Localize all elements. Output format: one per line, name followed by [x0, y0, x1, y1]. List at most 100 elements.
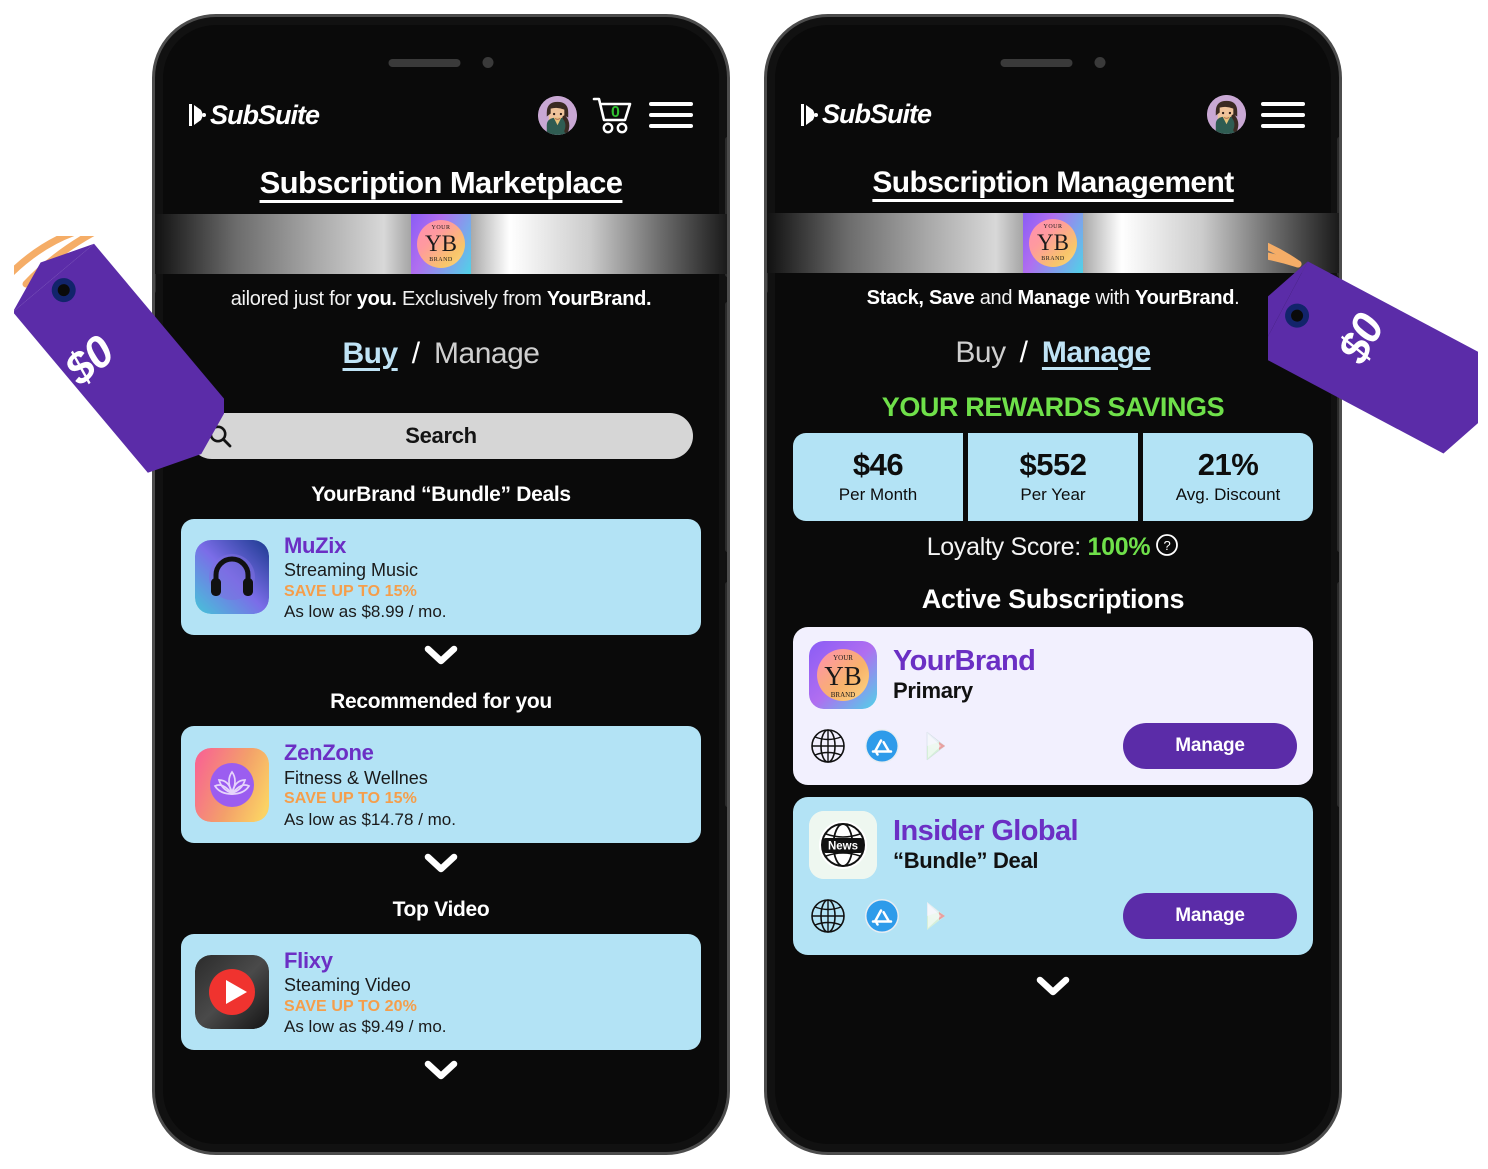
- loyalty-help-button[interactable]: ?: [1155, 533, 1179, 564]
- right-tagline-mid-2: with: [1090, 287, 1136, 309]
- price-tag-right: $0: [1156, 225, 1488, 486]
- globe-icon[interactable]: [809, 727, 847, 765]
- section-title-bundle-deals: YourBrand “Bundle” Deals: [311, 483, 571, 506]
- flixy-price: As low as $9.49 / mo.: [284, 1017, 447, 1037]
- loyalty-score: Loyalty Score: 100%?: [789, 533, 1317, 564]
- right-tagline-end: .: [1234, 287, 1240, 309]
- zenzone-price: As low as $14.78 / mo.: [284, 809, 456, 829]
- user-avatar[interactable]: [1207, 95, 1246, 134]
- scroll-chevron-right[interactable]: [789, 975, 1317, 997]
- right-tagline-mid: and: [974, 287, 1018, 309]
- chevron-down-icon: [424, 853, 458, 873]
- yourbrand-logo-monogram: YB: [1037, 230, 1069, 255]
- right-tagline-bold-2: Manage: [1017, 287, 1091, 309]
- insider-global-card-text: Insider Global “Bundle” Deal: [893, 815, 1079, 874]
- section-title-recommended: Recommended for you: [330, 690, 552, 714]
- yourbrand-logo-circle: YOUR YB BRAND: [1029, 219, 1077, 267]
- left-tagline-bold-1: you.: [356, 288, 397, 310]
- svg-text:?: ?: [1164, 538, 1171, 553]
- svg-text:YB: YB: [824, 661, 862, 691]
- scroll-chevron-3[interactable]: [177, 1059, 705, 1081]
- app-store-icon[interactable]: [863, 897, 901, 935]
- tab-manage[interactable]: Manage: [1042, 336, 1151, 370]
- toggle-separator: /: [411, 337, 421, 370]
- play-button-icon: [195, 955, 269, 1030]
- left-brand-banner: YOUR YB BRAND: [155, 214, 727, 274]
- manage-button-yourbrand[interactable]: Manage: [1123, 723, 1297, 769]
- svg-text:BRAND: BRAND: [831, 691, 856, 699]
- scroll-chevron-2[interactable]: [177, 852, 705, 874]
- manage-button-insider-global[interactable]: Manage: [1123, 893, 1297, 939]
- google-play-icon[interactable]: [917, 727, 955, 765]
- app-store-icon[interactable]: [863, 727, 901, 765]
- svg-text:News: News: [828, 841, 858, 853]
- muzix-price: As low as $8.99 / mo.: [284, 602, 447, 622]
- loyalty-score-label: Loyalty Score:: [926, 533, 1088, 561]
- tab-buy[interactable]: Buy: [955, 336, 1006, 370]
- stat-per-month-value: $46: [852, 447, 904, 482]
- left-tagline-prefix: ailored just for: [230, 288, 357, 310]
- zenzone-category: Fitness & Wellnes: [284, 767, 428, 788]
- yourbrand-logo-bottom-text: BRAND: [429, 257, 453, 263]
- yourbrand-logo-icon: YOUR YB BRAND: [809, 641, 877, 709]
- subscription-card-yourbrand[interactable]: YOUR YB BRAND YourBrand Primary Manage: [793, 627, 1313, 785]
- muzix-details: MuZix Streaming Music SAVE UP TO 15% As …: [284, 532, 447, 622]
- yourbrand-banner-logo: YOUR YB BRAND: [411, 214, 471, 274]
- right-buy-manage-toggle: Buy / Manage: [789, 336, 1317, 370]
- search-input[interactable]: Search: [189, 423, 693, 449]
- muzix-savings: SAVE UP TO 15%: [284, 582, 418, 600]
- rewards-savings-title: YOUR REWARDS SAVINGS: [881, 392, 1225, 422]
- flixy-savings: SAVE UP TO 20%: [284, 997, 418, 1015]
- right-brand-logo[interactable]: SubSuite: [801, 99, 932, 130]
- stat-per-year-label: Per Year: [1020, 485, 1086, 504]
- yourbrand-card-text: YourBrand Primary: [893, 645, 1036, 704]
- screenshot-root: SubSuite 0 Subscription Marketplace YOUR…: [0, 0, 1488, 1169]
- tab-manage[interactable]: Manage: [434, 337, 540, 371]
- left-tagline: ailored just for you. Exclusively from Y…: [177, 288, 705, 311]
- deal-card-flixy[interactable]: Flixy Steaming Video SAVE UP TO 20% As l…: [181, 933, 701, 1051]
- loyalty-score-value: 100%: [1087, 533, 1151, 561]
- left-topbar-actions: 0: [538, 95, 693, 135]
- yourbrand-logo-monogram: YB: [425, 231, 457, 256]
- left-tagline-bold-2: YourBrand.: [546, 288, 652, 310]
- right-topbar-actions: [1207, 95, 1305, 134]
- deal-card-zenzone[interactable]: ZenZone Fitness & Wellnes SAVE UP TO 15%…: [181, 726, 701, 843]
- zenzone-details: ZenZone Fitness & Wellnes SAVE UP TO 15%…: [284, 739, 456, 829]
- toggle-separator: /: [1019, 336, 1028, 369]
- tab-buy[interactable]: Buy: [343, 337, 399, 371]
- subsuite-logo-mark-icon: [189, 104, 206, 126]
- left-brand-logo[interactable]: SubSuite: [189, 100, 320, 131]
- search-bar[interactable]: Search: [189, 413, 693, 459]
- rewards-stats: $46 Per Month $552 Per Year 21% Avg. Dis…: [793, 433, 1313, 521]
- stat-avg-discount-label: Avg. Discount: [1175, 485, 1281, 504]
- flixy-app-icon: [195, 955, 269, 1030]
- scroll-chevron-1[interactable]: [177, 644, 705, 666]
- subscription-card-insider-global[interactable]: News Insider Global “Bundle” Deal Manage: [793, 797, 1313, 955]
- muzix-category: Streaming Music: [284, 560, 419, 581]
- zenzone-savings: SAVE UP TO 15%: [284, 790, 418, 808]
- insider-global-card-actions: Manage: [809, 893, 1297, 939]
- section-title-top-video: Top Video: [392, 897, 490, 921]
- flixy-details: Flixy Steaming Video SAVE UP TO 20% As l…: [284, 947, 447, 1037]
- right-page-title: Subscription Management: [872, 166, 1234, 199]
- muzix-name: MuZix: [284, 533, 347, 558]
- yourbrand-logo-bottom-text: BRAND: [1041, 256, 1065, 262]
- stat-per-year: $552 Per Year: [968, 433, 1138, 521]
- right-brand-banner: YOUR YB BRAND: [767, 213, 1339, 273]
- cart-count-badge: 0: [611, 104, 620, 121]
- globe-icon[interactable]: [809, 897, 847, 935]
- deal-card-muzix[interactable]: MuZix Streaming Music SAVE UP TO 15% As …: [181, 519, 701, 636]
- google-play-icon[interactable]: [917, 897, 955, 935]
- left-topbar: SubSuite 0: [177, 95, 705, 135]
- yourbrand-subtitle: Primary: [893, 678, 973, 704]
- price-tag-left: $0: [4, 220, 230, 486]
- hamburger-menu-icon[interactable]: [649, 102, 693, 128]
- insider-global-subtitle: “Bundle” Deal: [893, 848, 1039, 874]
- active-subscriptions-title: Active Subscriptions: [921, 584, 1185, 614]
- flixy-category: Steaming Video: [284, 975, 411, 996]
- phone-left-marketplace: SubSuite 0 Subscription Marketplace YOUR…: [152, 14, 730, 1155]
- left-tagline-mid: Exclusively from: [396, 288, 547, 310]
- cart-button[interactable]: 0: [592, 95, 634, 135]
- user-avatar[interactable]: [538, 95, 577, 135]
- hamburger-menu-icon[interactable]: [1261, 101, 1305, 128]
